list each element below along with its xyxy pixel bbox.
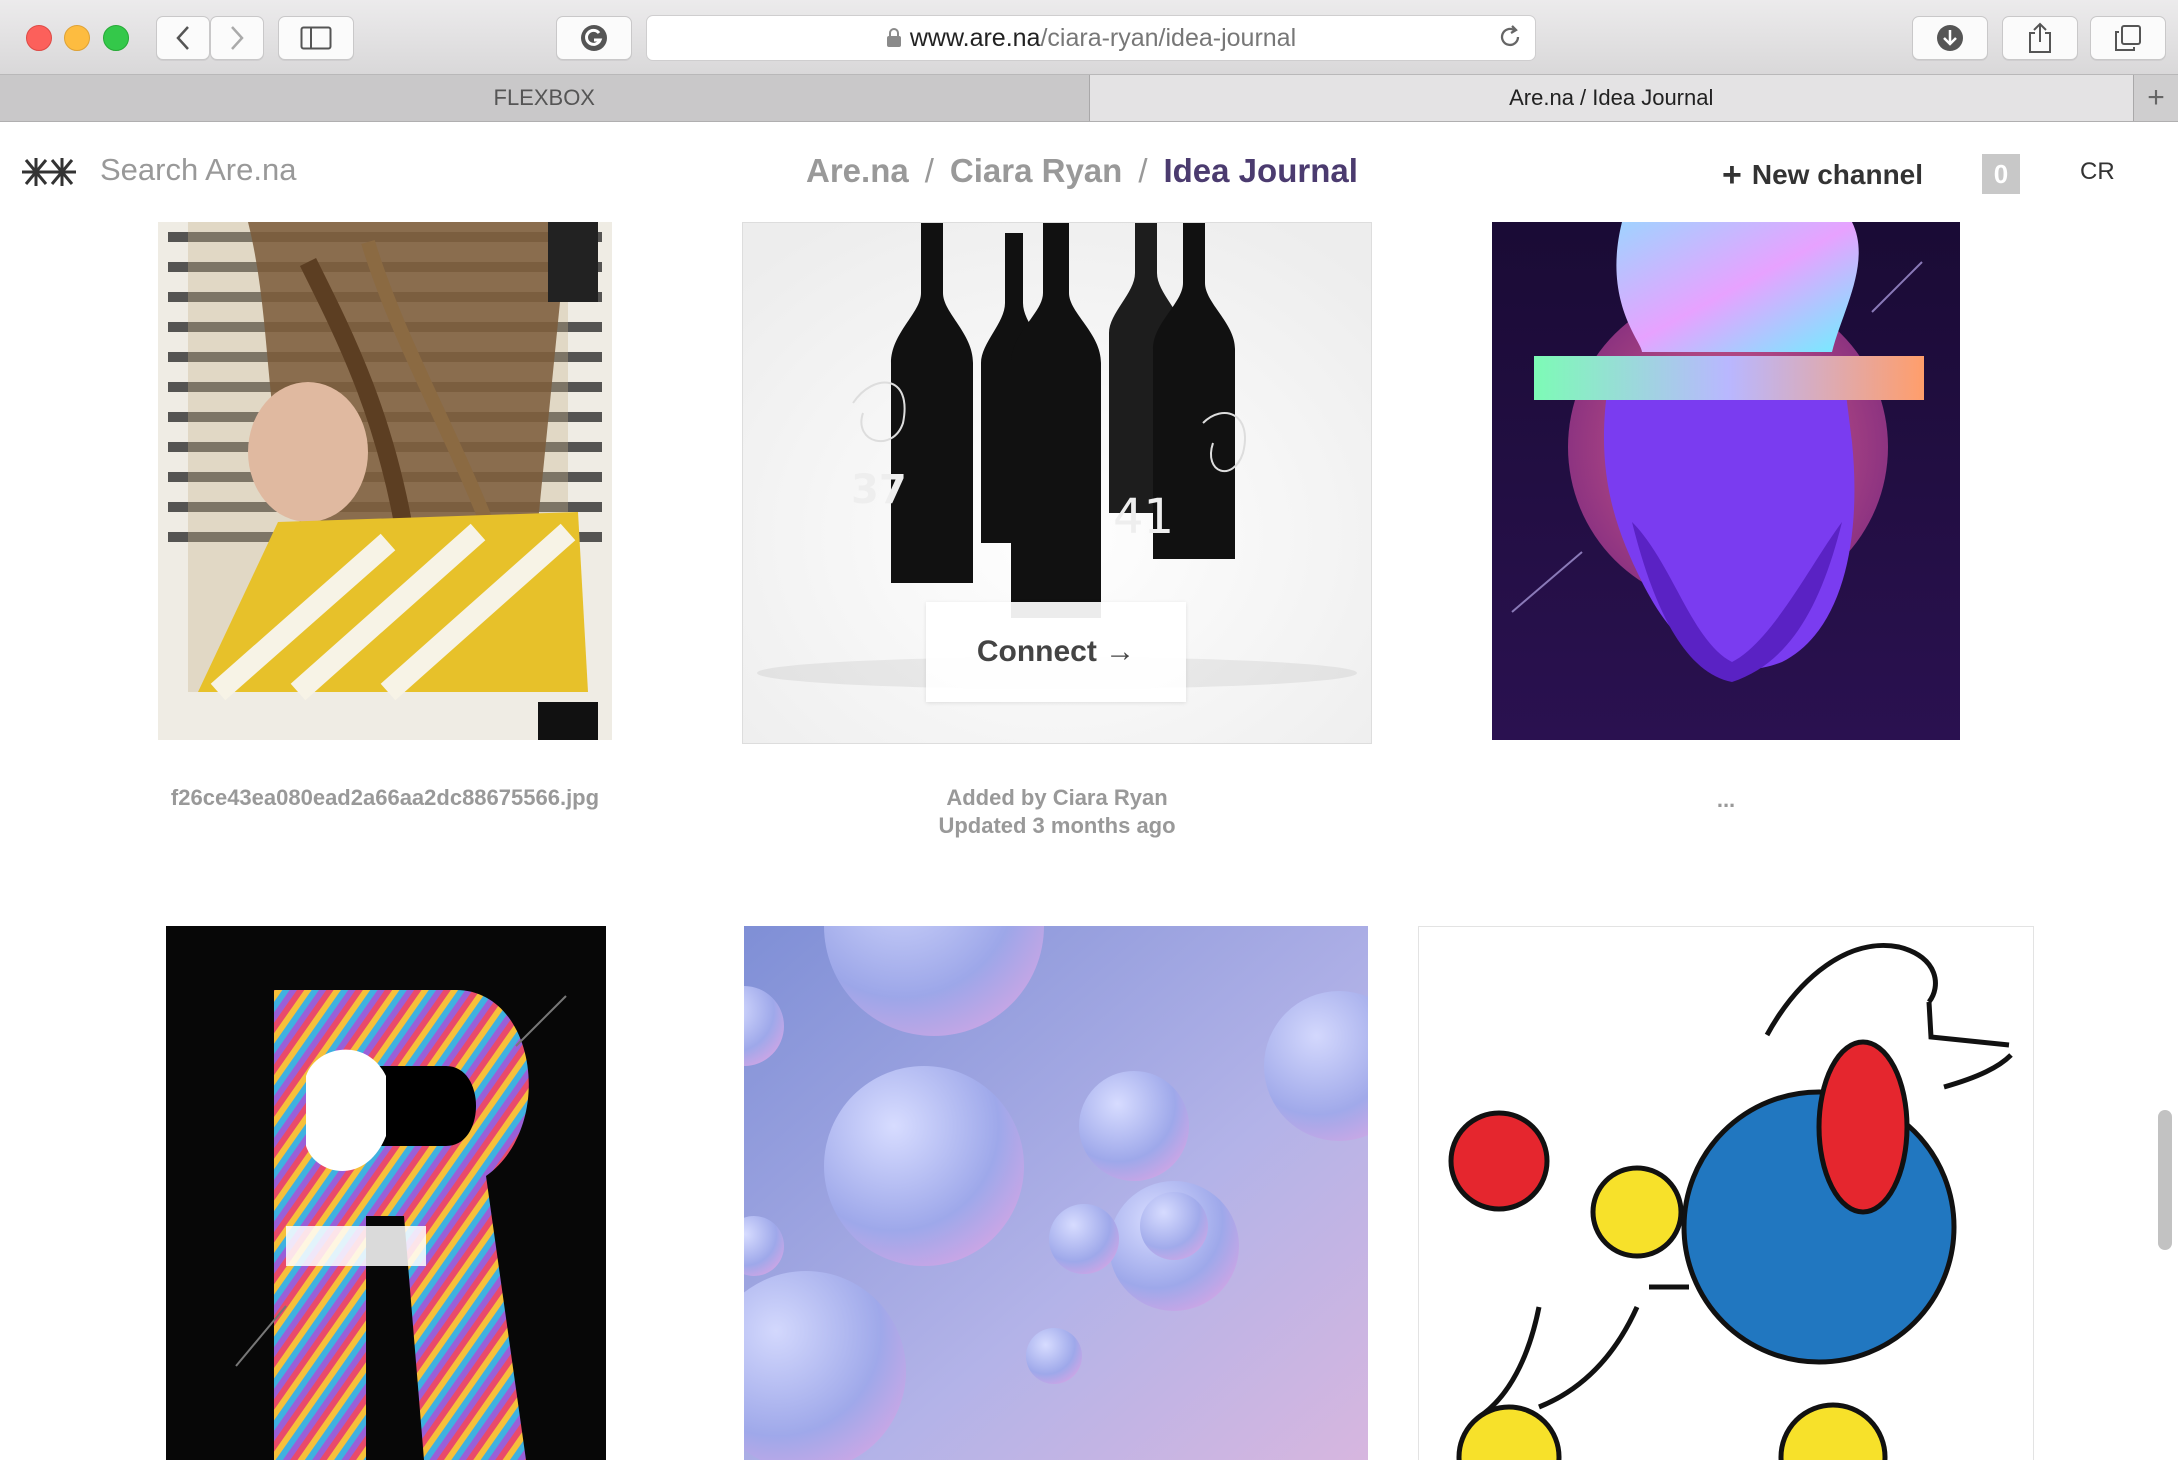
tabs-icon — [2115, 25, 2141, 51]
lock-icon — [886, 28, 901, 47]
downloads-button[interactable] — [1912, 16, 1988, 60]
block-caption: Added by Ciara Ryan Updated 3 months ago — [742, 784, 1372, 840]
minimize-window-button[interactable] — [64, 25, 90, 51]
caption-line: ... — [1716, 787, 1736, 812]
user-menu[interactable]: CR — [2080, 158, 2115, 186]
caption-line: f26ce43ea080ead2a66aa2dc88675566.jpg — [170, 785, 600, 810]
breadcrumb-arena[interactable]: Are.na — [806, 152, 909, 189]
tab-overview-button[interactable] — [2090, 16, 2166, 60]
block-abstract-figure-image[interactable] — [1418, 926, 2034, 1460]
reload-icon[interactable] — [1497, 24, 1523, 50]
forward-button[interactable] — [210, 16, 264, 60]
chevron-right-icon — [231, 26, 244, 50]
letter-r-poster-image — [166, 926, 606, 1460]
plus-icon: + — [1722, 156, 1742, 194]
svg-text:41: 41 — [1113, 489, 1174, 545]
grammarly-extension-button[interactable] — [556, 16, 632, 60]
tab-strip: FLEXBOX Are.na / Idea Journal + — [0, 75, 2178, 122]
block-bubbles-image[interactable] — [744, 926, 1368, 1460]
app-header: Search Are.na Are.na / Ciara Ryan / Idea Jou… — [0, 122, 2178, 222]
caption-line: Added by Ciara Ryan — [946, 785, 1168, 810]
share-button[interactable] — [2002, 16, 2078, 60]
block-purple-bust-image[interactable] — [1492, 222, 1960, 740]
download-icon — [1937, 25, 1963, 51]
close-window-button[interactable] — [26, 25, 52, 51]
tab-idea-journal[interactable]: Are.na / Idea Journal — [1089, 75, 2134, 121]
notifications-badge[interactable]: 0 — [1982, 154, 2020, 194]
arena-logo-icon[interactable] — [22, 156, 78, 188]
url-path: /ciara-ryan/idea-journal — [1040, 23, 1297, 52]
back-button[interactable] — [156, 16, 210, 60]
breadcrumb-user[interactable]: Ciara Ryan — [950, 152, 1122, 189]
new-channel-label: New channel — [1751, 159, 1924, 190]
collage-image — [158, 222, 612, 740]
bubbles-image — [744, 926, 1368, 1460]
share-icon — [2029, 22, 2051, 53]
block-letter-r-image[interactable] — [166, 926, 606, 1460]
chevron-left-icon — [176, 26, 189, 50]
tab-flexbox[interactable]: FLEXBOX — [0, 75, 1090, 121]
channel-grid: f26ce43ea080ead2a66aa2dc88675566.jpg 37 … — [0, 222, 2160, 1460]
breadcrumb-separator: / — [924, 152, 934, 189]
page-scrollbar[interactable] — [2158, 1110, 2172, 1250]
block-collage-image[interactable] — [158, 222, 612, 740]
sidebar-toggle-button[interactable] — [278, 16, 354, 60]
browser-toolbar: www.are.na/ciara-ryan/idea-journal — [0, 0, 2178, 75]
block-caption: ... — [1492, 786, 1960, 814]
address-bar[interactable]: www.are.na/ciara-ryan/idea-journal — [646, 15, 1536, 61]
block-caption: f26ce43ea080ead2a66aa2dc88675566.jpg — [120, 784, 650, 812]
connect-button[interactable]: Connect → — [926, 602, 1186, 702]
breadcrumb: Are.na / Ciara Ryan / Idea Journal — [806, 152, 1358, 190]
sidebar-icon — [300, 26, 332, 50]
svg-text:37: 37 — [851, 467, 907, 513]
search-input[interactable]: Search Are.na — [100, 152, 296, 188]
abstract-figure-image — [1448, 943, 2013, 1460]
url-host: www.are.na — [909, 23, 1041, 52]
breadcrumb-separator: / — [1138, 152, 1148, 189]
grammarly-icon — [581, 25, 607, 51]
zoom-window-button[interactable] — [103, 25, 129, 51]
purple-bust-poster-image — [1492, 222, 1960, 740]
new-tab-button[interactable]: + — [2133, 75, 2178, 121]
caption-line: Updated 3 months ago — [938, 813, 1176, 838]
new-channel-button[interactable]: + New channel — [1722, 154, 1924, 194]
breadcrumb-channel[interactable]: Idea Journal — [1163, 152, 1357, 189]
